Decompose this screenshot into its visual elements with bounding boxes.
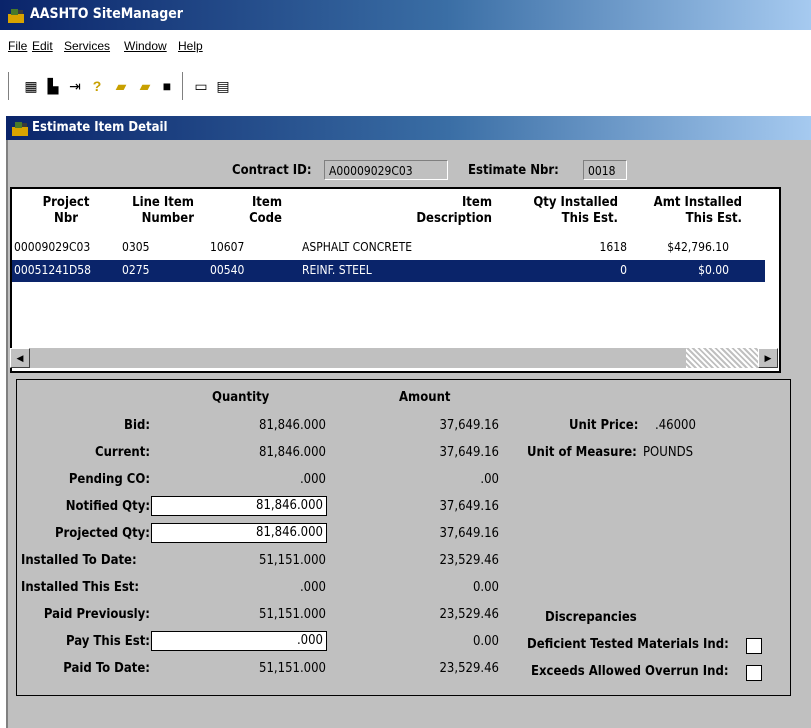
cell-qty-installed: 1618 (599, 240, 627, 254)
col-header-project-nbr[interactable]: Project Nbr (26, 195, 106, 227)
pay-this-est-input[interactable]: .000 (151, 631, 327, 651)
current-amount: 37,649.16 (439, 445, 499, 460)
deficient-tested-materials-label: Deficient Tested Materials Ind: (527, 637, 729, 652)
quantity-amount-panel: Quantity Amount Bid: 81,846.000 37,649.1… (16, 379, 791, 696)
cell-amt-installed: $42,796.10 (667, 240, 729, 254)
installed-to-date-quantity: 51,151.000 (259, 553, 326, 568)
menu-edit[interactable]: Edit (32, 39, 53, 53)
exceeds-allowed-overrun-label: Exceeds Allowed Overrun Ind: (531, 664, 729, 679)
notified-qty-input[interactable]: 81,846.000 (151, 496, 327, 516)
deficient-tested-materials-checkbox[interactable] (746, 638, 762, 654)
table-row[interactable]: 00009029C03 0305 10607 ASPHALT CONCRETE … (12, 237, 765, 259)
app-title: AASHTO SiteManager (30, 6, 184, 22)
cell-project-nbr: 00051241D58 (14, 263, 91, 277)
sitemanager-logo-icon (8, 7, 24, 23)
bid-quantity: 81,846.000 (259, 418, 326, 433)
exit-door-icon[interactable]: ⇥ (66, 77, 84, 95)
projected-qty-label: Projected Qty: (54, 526, 150, 541)
paid-to-date-label: Paid To Date: (63, 661, 150, 676)
unit-price-value: .46000 (655, 418, 696, 433)
calculator-icon[interactable]: ▦ (22, 77, 40, 95)
col-header-item-code[interactable]: Item Code (212, 195, 282, 227)
app-title-bar: AASHTO SiteManager (0, 0, 811, 30)
col-header-line-item-number[interactable]: Line Item Number (122, 195, 194, 227)
save-icon[interactable]: ■ (158, 77, 176, 95)
notified-amount: 37,649.16 (439, 499, 499, 514)
window-list-icon[interactable]: ▤ (214, 77, 232, 95)
toolbar-grip (8, 72, 12, 100)
paid-previously-quantity: 51,151.000 (259, 607, 326, 622)
comment-icon[interactable]: ▭ (192, 77, 210, 95)
installed-this-est-quantity: .000 (299, 580, 326, 595)
quantity-header: Quantity (212, 390, 270, 405)
current-label: Current: (95, 445, 150, 460)
menu-bar: File Edit Services Window Help (0, 36, 811, 58)
unit-of-measure-label: Unit of Measure: (527, 445, 637, 460)
pending-co-label: Pending CO: (68, 472, 150, 487)
pending-co-quantity: .000 (299, 472, 326, 487)
estimate-nbr-field: 0018 (583, 160, 627, 180)
arrow-right-icon: ▶ (764, 352, 772, 363)
projected-amount: 37,649.16 (439, 526, 499, 541)
scroll-left-button[interactable]: ◀ (10, 348, 30, 368)
cell-line-item: 0305 (122, 240, 150, 254)
save-disk-icon[interactable]: ▙ (44, 77, 62, 95)
contract-id-label: Contract ID: (232, 163, 312, 178)
col-header-amt-installed[interactable]: Amt Installed This Est. (630, 195, 742, 227)
installed-to-date-label: Installed To Date: (21, 553, 137, 568)
pay-this-est-label: Pay This Est: (66, 634, 150, 649)
estimate-item-detail-title-bar: Estimate Item Detail (6, 116, 811, 140)
scroll-thumb[interactable] (686, 348, 758, 368)
cell-qty-installed: 0 (620, 263, 627, 277)
projected-qty-input[interactable]: 81,846.000 (151, 523, 327, 543)
estimate-nbr-label: Estimate Nbr: (468, 163, 559, 178)
paid-to-date-amount: 23,529.46 (439, 661, 499, 676)
cell-item-code: 10607 (210, 240, 245, 254)
notified-qty-label: Notified Qty: (65, 499, 150, 514)
unit-price-label: Unit Price: (569, 418, 639, 433)
pending-co-amount: .00 (480, 472, 499, 487)
bid-label: Bid: (124, 418, 150, 433)
scroll-right-button[interactable]: ▶ (758, 348, 778, 368)
discrepancies-heading: Discrepancies (545, 610, 637, 625)
help-icon[interactable]: ? (88, 77, 106, 95)
cell-item-code: 00540 (210, 263, 245, 277)
menu-window[interactable]: Window (124, 39, 167, 53)
paid-previously-amount: 23,529.46 (439, 607, 499, 622)
col-header-qty-installed[interactable]: Qty Installed This Est. (512, 195, 618, 227)
installed-this-est-label: Installed This Est: (21, 580, 140, 595)
col-header-item-description[interactable]: Item Description (342, 195, 492, 227)
bid-amount: 37,649.16 (439, 418, 499, 433)
window-title: Estimate Item Detail (32, 120, 168, 135)
amount-header: Amount (399, 390, 451, 405)
cell-project-nbr: 00009029C03 (14, 240, 91, 254)
current-quantity: 81,846.000 (259, 445, 326, 460)
paid-previously-label: Paid Previously: (43, 607, 150, 622)
installed-to-date-amount: 23,529.46 (439, 553, 499, 568)
exceeds-allowed-overrun-checkbox[interactable] (746, 665, 762, 681)
scroll-track[interactable] (30, 348, 684, 368)
open-folder-2-icon[interactable]: ▰ (136, 77, 154, 95)
paid-to-date-quantity: 51,151.000 (259, 661, 326, 676)
open-folder-icon[interactable]: ▰ (112, 77, 130, 95)
toolbar-separator (182, 72, 186, 100)
cell-amt-installed: $0.00 (698, 263, 729, 277)
arrow-left-icon: ◀ (16, 352, 24, 363)
menu-file[interactable]: File (8, 39, 27, 53)
unit-of-measure-value: POUNDS (643, 445, 694, 460)
menu-services[interactable]: Services (64, 39, 110, 53)
cell-item-description: ASPHALT CONCRETE (302, 240, 413, 254)
horizontal-scrollbar[interactable]: ◀ ▶ (10, 348, 778, 368)
toolbar: ▦ ▙ ⇥ ? ▰ ▰ ■ ▭ ▤ (0, 62, 811, 106)
table-row-selected[interactable]: 00051241D58 0275 00540 REINF. STEEL 0 $0… (12, 260, 765, 282)
contract-id-field: A00009029C03 (324, 160, 448, 180)
cell-item-description: REINF. STEEL (302, 263, 372, 277)
sitemanager-logo-icon (12, 120, 28, 136)
cell-line-item: 0275 (122, 263, 150, 277)
menu-help[interactable]: Help (178, 39, 203, 53)
pay-this-est-amount: 0.00 (472, 634, 499, 649)
estimate-items-grid: Project Nbr Line Item Number Item Code Item… (10, 187, 781, 373)
installed-this-est-amount: 0.00 (472, 580, 499, 595)
